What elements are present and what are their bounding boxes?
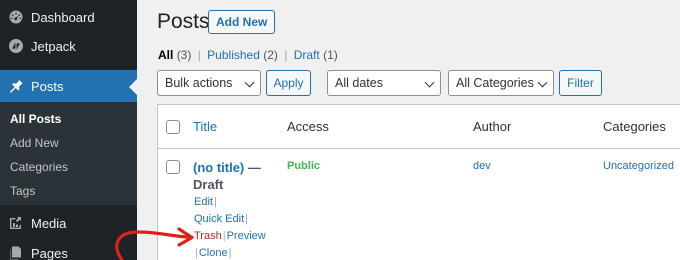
column-header-title[interactable]: Title bbox=[193, 119, 217, 134]
jetpack-icon bbox=[8, 38, 24, 54]
submenu-all-posts[interactable]: All Posts bbox=[10, 112, 61, 126]
menu-label-pages: Pages bbox=[31, 245, 68, 260]
post-status-filter: All (3) | Published (2) | Draft (1) bbox=[158, 48, 338, 62]
action-separator: | bbox=[213, 196, 217, 208]
pages-icon bbox=[8, 245, 24, 260]
dates-filter-value: All dates bbox=[335, 76, 383, 90]
menu-label-media: Media bbox=[31, 215, 67, 231]
filter-button[interactable]: Filter bbox=[559, 70, 602, 96]
view-all-count: (3) bbox=[176, 48, 192, 62]
menu-label-posts: Posts bbox=[31, 78, 64, 94]
row-checkbox[interactable] bbox=[166, 160, 180, 174]
action-separator: | bbox=[245, 213, 248, 225]
table-row: (no title) — Draft Edit| Quick Edit| Tra… bbox=[158, 150, 680, 260]
action-separator: | bbox=[222, 230, 226, 242]
view-draft-count: (1) bbox=[323, 48, 338, 62]
column-header-access: Access bbox=[287, 119, 329, 134]
bulk-actions-select[interactable]: Bulk actions bbox=[157, 70, 261, 96]
access-value: Public bbox=[287, 160, 321, 172]
view-published-count: (2) bbox=[263, 48, 278, 62]
dates-filter-select[interactable]: All dates bbox=[327, 70, 441, 96]
submenu-add-new[interactable]: Add New bbox=[10, 136, 59, 150]
menu-label-jetpack: Jetpack bbox=[31, 38, 76, 54]
menu-label-dashboard: Dashboard bbox=[31, 9, 95, 25]
table-header-row: Title Access Author Categories bbox=[158, 105, 680, 149]
annotation-arrow-icon bbox=[115, 227, 194, 260]
posts-table: Title Access Author Categories (no title… bbox=[157, 104, 680, 260]
view-draft-link[interactable]: Draft bbox=[294, 48, 320, 62]
menu-item-posts[interactable]: Posts bbox=[0, 70, 137, 102]
author-link[interactable]: dev bbox=[473, 160, 491, 172]
bulk-actions-value: Bulk actions bbox=[165, 76, 233, 90]
view-all-link[interactable]: All bbox=[158, 48, 173, 62]
clone-link[interactable]: Clone bbox=[199, 247, 228, 259]
menu-item-dashboard[interactable]: Dashboard bbox=[0, 2, 137, 32]
preview-link[interactable]: Preview bbox=[227, 230, 266, 242]
row-actions-line: Edit| bbox=[194, 196, 218, 208]
chevron-down-icon bbox=[424, 77, 435, 88]
row-actions-line: Trash|Preview bbox=[194, 230, 266, 242]
chevron-down-icon bbox=[537, 77, 548, 88]
pin-icon bbox=[8, 78, 24, 94]
edit-link[interactable]: Edit bbox=[194, 196, 213, 208]
views-separator: | bbox=[284, 48, 288, 62]
apply-button[interactable]: Apply bbox=[266, 70, 311, 96]
column-header-categories: Categories bbox=[603, 119, 666, 134]
quick-edit-link[interactable]: Quick Edit bbox=[194, 213, 244, 225]
submenu-categories[interactable]: Categories bbox=[10, 160, 68, 174]
categories-filter-value: All Categories bbox=[456, 76, 534, 90]
select-all-checkbox[interactable] bbox=[166, 120, 180, 134]
media-icon bbox=[8, 215, 24, 231]
column-header-author: Author bbox=[473, 119, 512, 134]
post-title-link[interactable]: (no title) bbox=[193, 160, 244, 175]
action-separator: | bbox=[228, 247, 232, 259]
category-link[interactable]: Uncategorized bbox=[603, 160, 674, 172]
chevron-down-icon bbox=[244, 77, 255, 88]
page-title: Posts bbox=[157, 10, 210, 33]
categories-filter-select[interactable]: All Categories bbox=[448, 70, 554, 96]
dashboard-icon bbox=[8, 9, 24, 25]
view-published-link[interactable]: Published bbox=[207, 48, 260, 62]
posts-submenu: All Posts Add New Categories Tags bbox=[0, 102, 137, 205]
row-actions-line: Quick Edit| bbox=[194, 213, 249, 225]
add-new-button[interactable]: Add New bbox=[208, 10, 276, 34]
menu-item-jetpack[interactable]: Jetpack bbox=[0, 31, 137, 61]
post-title-cell: (no title) — Draft bbox=[193, 159, 278, 193]
views-separator: | bbox=[197, 48, 201, 62]
submenu-tags[interactable]: Tags bbox=[10, 184, 35, 198]
